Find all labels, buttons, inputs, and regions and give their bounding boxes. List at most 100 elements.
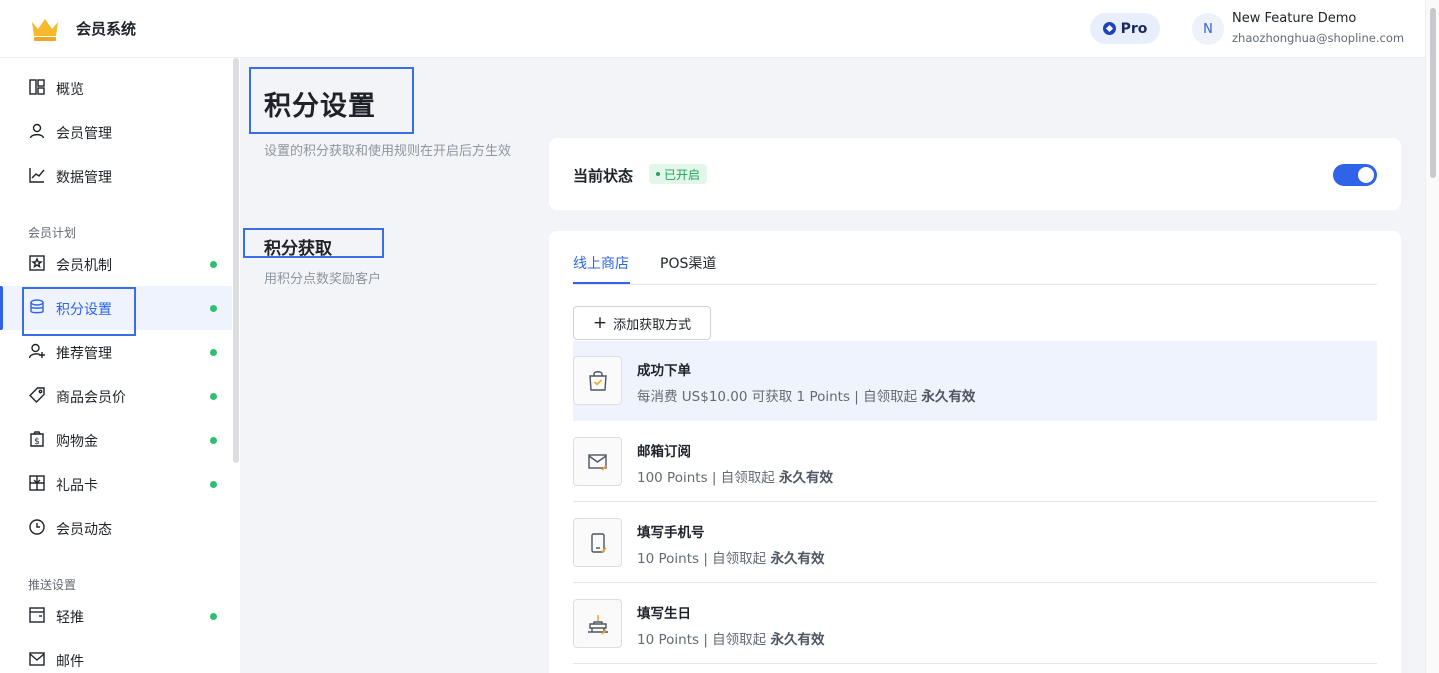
- plus-icon: +: [592, 312, 608, 333]
- status-dot: [210, 349, 217, 356]
- rule-title: 邮箱订阅: [637, 444, 691, 460]
- bag-icon: [573, 356, 622, 405]
- mail-icon: [29, 652, 45, 666]
- sidebar-item-label: 礼品卡: [56, 478, 98, 494]
- phone-icon: [573, 518, 622, 567]
- sidebar-item-members[interactable]: 会员管理: [0, 110, 232, 154]
- badge-dot: [656, 172, 660, 176]
- sidebar-item-nudge[interactable]: 轻推: [0, 594, 232, 638]
- earn-rule-order[interactable]: 成功下单 每消费 US$10.00 可获取 1 Points | 自领取起 永久…: [573, 341, 1377, 421]
- tag-icon: [29, 387, 45, 403]
- sidebar-item-member-price[interactable]: 商品会员价: [0, 374, 232, 418]
- toggle-knob: [1358, 167, 1374, 183]
- user-icon: [29, 123, 45, 139]
- status-dot: [210, 393, 217, 400]
- rule-validity: 永久有效: [770, 632, 825, 648]
- sidebar-item-label: 会员机制: [56, 258, 112, 274]
- status-dot: [210, 437, 217, 444]
- sidebar-item-label: 邮件: [56, 654, 84, 670]
- earn-rule-email-subscribe[interactable]: 邮箱订阅 100 Points | 自领取起 永久有效: [573, 422, 1377, 502]
- pro-badge-label: Pro: [1120, 20, 1148, 37]
- tab-pos[interactable]: POS渠道: [660, 253, 716, 273]
- clock-icon: [29, 519, 45, 535]
- rule-validity: 永久有效: [770, 551, 825, 567]
- status-label: 当前状态: [573, 167, 634, 185]
- add-earn-method-button[interactable]: + 添加获取方式: [573, 306, 711, 340]
- status-badge-text: 已开启: [664, 167, 701, 182]
- sidebar-item-tiers[interactable]: 会员机制: [0, 242, 232, 286]
- rule-validity: 永久有效: [921, 389, 976, 405]
- sidebar-scrollbar[interactable]: [233, 58, 239, 463]
- earn-rule-birthday[interactable]: 填写生日 10 Points | 自领取起 永久有效: [573, 584, 1377, 664]
- credit-icon: $: [30, 431, 44, 447]
- points-icon: [30, 299, 44, 314]
- sidebar-item-label: 会员管理: [56, 126, 112, 142]
- rule-title: 成功下单: [637, 363, 691, 379]
- sidebar-item-label: 概览: [56, 82, 84, 98]
- sidebar-item-label: 商品会员价: [56, 390, 126, 406]
- sidebar-item-label: 会员动态: [56, 522, 112, 538]
- points-enable-toggle[interactable]: [1333, 164, 1377, 186]
- status-card: 当前状态 已开启: [549, 138, 1401, 210]
- sidebar-group-title: 推送设置: [28, 578, 77, 592]
- svg-text:$: $: [34, 437, 40, 447]
- pro-diamond-icon: [1102, 22, 1116, 35]
- cake-icon: [573, 599, 622, 648]
- sidebar-item-referral[interactable]: 推荐管理: [0, 330, 232, 374]
- sidebar-group-title: 会员计划: [28, 226, 77, 240]
- rule-description: 10 Points | 自领取起 永久有效: [637, 628, 824, 648]
- referral-icon: [28, 343, 45, 359]
- section-description: 用积分点数奖励客户: [264, 272, 382, 287]
- app-title: 会员系统: [76, 20, 137, 38]
- envelope-icon: [573, 437, 622, 486]
- sidebar-item-label: 购物金: [56, 434, 98, 450]
- section-title: 积分获取: [264, 239, 332, 259]
- rule-validity: 永久有效: [779, 470, 834, 486]
- rule-desc-text: 10 Points | 自领取起: [637, 551, 767, 567]
- crown-logo-icon: [32, 19, 58, 41]
- push-icon: [29, 607, 45, 623]
- sidebar-item-label: 推荐管理: [56, 346, 112, 362]
- sidebar-item-email[interactable]: 邮件: [0, 638, 232, 673]
- status-dot: [210, 261, 217, 268]
- page-title: 积分设置: [264, 91, 376, 122]
- rule-description: 每消费 US$10.00 可获取 1 Points | 自领取起 永久有效: [637, 385, 975, 405]
- sidebar-item-data[interactable]: 数据管理: [0, 154, 232, 198]
- user-email: zhaozhonghua@shopline.com: [1232, 31, 1405, 45]
- sidebar-item-label: 轻推: [56, 610, 84, 626]
- sidebar-item-activity[interactable]: 会员动态: [0, 506, 232, 550]
- sidebar-item-points[interactable]: 积分设置: [0, 286, 232, 330]
- earn-rule-phone[interactable]: 填写手机号 10 Points | 自领取起 永久有效: [573, 503, 1377, 583]
- rule-title: 填写生日: [637, 606, 691, 622]
- status-dot: [210, 481, 217, 488]
- sidebar-item-label: 数据管理: [56, 170, 112, 186]
- window-scrollbar-thumb[interactable]: [1430, 8, 1436, 178]
- active-tab-underline: [573, 282, 630, 284]
- sidebar-item-label: 积分设置: [56, 302, 112, 318]
- sidebar-item-store-credit[interactable]: $ 购物金: [0, 418, 232, 462]
- add-button-label: 添加获取方式: [613, 317, 692, 333]
- giftcard-icon: [29, 475, 45, 491]
- rule-desc-text: 10 Points | 自领取起: [637, 632, 767, 648]
- rule-title: 填写手机号: [637, 525, 705, 541]
- top-bar: 会员系统 Pro N New Feature Demo zhaozhonghua…: [0, 0, 1439, 58]
- pro-plan-badge[interactable]: Pro: [1090, 13, 1160, 44]
- status-dot: [210, 613, 217, 620]
- earn-rules-card: 线上商店 POS渠道 + 添加获取方式 成功下单 每消费 US$10.00 可获…: [549, 231, 1401, 673]
- overview-icon: [29, 79, 45, 95]
- active-indicator: [0, 286, 3, 330]
- rule-desc-text: 100 Points | 自领取起: [637, 470, 775, 486]
- sidebar: 概览 会员管理 数据管理 会员计划 会员机制 积分设置 推荐管理 商品会员价 $…: [0, 58, 240, 673]
- rule-description: 100 Points | 自领取起 永久有效: [637, 466, 833, 486]
- tab-online-store[interactable]: 线上商店: [573, 253, 629, 273]
- user-avatar[interactable]: N: [1192, 13, 1224, 45]
- channel-tabs: 线上商店 POS渠道: [573, 231, 1377, 285]
- page-description: 设置的积分获取和使用规则在开启后方生效: [264, 144, 512, 159]
- rule-description: 10 Points | 自领取起 永久有效: [637, 547, 824, 567]
- sidebar-item-overview[interactable]: 概览: [0, 66, 232, 110]
- sidebar-item-gift-card[interactable]: 礼品卡: [0, 462, 232, 506]
- rule-desc-text: 每消费 US$10.00 可获取 1 Points | 自领取起: [637, 389, 918, 405]
- status-dot: [210, 305, 217, 312]
- tier-icon: [29, 255, 45, 271]
- user-name[interactable]: New Feature Demo: [1232, 11, 1356, 26]
